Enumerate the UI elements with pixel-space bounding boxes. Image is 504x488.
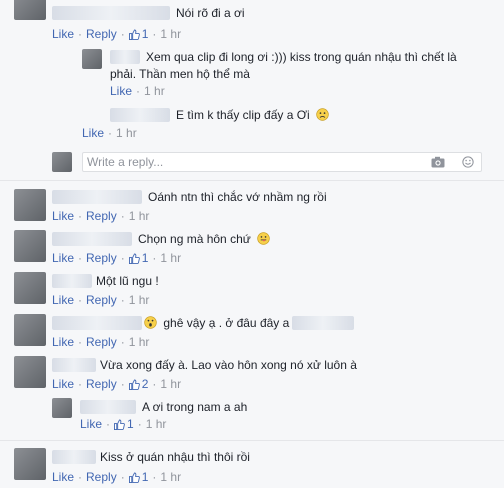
comment-text: Chọn ng mà hôn chứ: [138, 232, 270, 246]
comment-actions: Like · Reply · 1 hr: [52, 209, 150, 223]
reply-button[interactable]: Reply: [86, 27, 117, 41]
smiley-icon[interactable]: [461, 156, 475, 168]
avatar[interactable]: [52, 398, 72, 418]
my-avatar: [52, 152, 72, 172]
thumbs-up-icon: [128, 471, 140, 483]
like-button[interactable]: Like: [110, 84, 132, 98]
comment-text: Kiss ở quán nhậu thì thôi rồi: [100, 450, 250, 464]
avatar[interactable]: [14, 0, 46, 20]
like-button[interactable]: Like: [52, 293, 74, 307]
comment-actions: Like · Reply · 1 hr: [52, 293, 150, 307]
thumbs-up-icon: [128, 252, 140, 264]
comment-text: Một lũ ngu !: [96, 274, 159, 288]
like-count[interactable]: 1: [128, 470, 148, 484]
like-count[interactable]: 1: [128, 251, 148, 265]
commenter-name[interactable]: [110, 108, 170, 122]
like-button[interactable]: Like: [52, 470, 74, 484]
avatar[interactable]: [14, 230, 46, 262]
like-button[interactable]: Like: [52, 209, 74, 223]
avatar[interactable]: [14, 314, 46, 346]
avatar[interactable]: [14, 356, 46, 388]
commenter-name[interactable]: [80, 400, 136, 414]
comment-actions: Like · Reply · 1 · 1 hr: [52, 251, 182, 265]
reply-box[interactable]: [82, 152, 482, 172]
reply-button[interactable]: Reply: [86, 470, 117, 484]
comment-text: ghê vậy ạ . ở đâu đây a: [144, 316, 289, 330]
camera-icon[interactable]: [431, 156, 445, 168]
commenter-name[interactable]: [52, 6, 170, 20]
like-count[interactable]: 1: [128, 27, 148, 41]
reply-button[interactable]: Reply: [86, 209, 117, 223]
like-button[interactable]: Like: [82, 126, 104, 140]
frown-emoji: [316, 108, 329, 121]
like-button[interactable]: Like: [52, 377, 74, 391]
commenter-name[interactable]: [52, 274, 92, 288]
comment-actions: Like · Reply · 1 · 1 hr: [52, 27, 182, 41]
reply-button[interactable]: Reply: [86, 251, 117, 265]
commenter-name[interactable]: [292, 316, 354, 330]
reply-button[interactable]: Reply: [86, 335, 117, 349]
comment-actions: Like · Reply · 1 hr: [52, 335, 150, 349]
commenter-name[interactable]: [52, 450, 96, 464]
comment-text: Nói rõ đi a ơi: [176, 6, 245, 20]
comment-actions: Like · 1 · 1 hr: [80, 417, 167, 431]
timestamp[interactable]: 1 hr: [129, 293, 150, 307]
thumbs-up-icon: [128, 28, 140, 40]
surprised-emoji: [144, 316, 157, 329]
commenter-name[interactable]: [52, 358, 96, 372]
reply-button[interactable]: Reply: [86, 293, 117, 307]
commenter-name[interactable]: [110, 50, 140, 64]
like-button[interactable]: Like: [52, 251, 74, 265]
timestamp[interactable]: 1 hr: [160, 470, 181, 484]
comment-actions: Like · 1 hr: [82, 126, 137, 140]
avatar[interactable]: [82, 49, 102, 69]
comment-actions: Like · Reply · 2 · 1 hr: [52, 377, 182, 391]
avatar[interactable]: [14, 189, 46, 221]
comment-text: E tìm k thấy clip đấy a Ơi: [176, 108, 329, 122]
like-button[interactable]: Like: [52, 27, 74, 41]
timestamp[interactable]: 1 hr: [160, 251, 181, 265]
thumbs-up-icon: [128, 378, 140, 390]
commenter-name[interactable]: [52, 232, 132, 246]
like-button[interactable]: Like: [52, 335, 74, 349]
comment-text: A ơi trong nam a ah: [142, 400, 248, 414]
avatar[interactable]: [14, 272, 46, 304]
comment-text: Oánh ntn thì chắc vớ nhầm ng rồi: [148, 190, 327, 204]
timestamp[interactable]: 1 hr: [160, 27, 181, 41]
timestamp[interactable]: 1 hr: [129, 209, 150, 223]
divider: [0, 180, 504, 181]
timestamp[interactable]: 1 hr: [129, 335, 150, 349]
comment-actions: Like · 1 hr: [110, 84, 165, 98]
reply-input[interactable]: [87, 155, 407, 169]
timestamp[interactable]: 1 hr: [144, 84, 165, 98]
tongue-emoji: [257, 232, 270, 245]
like-count[interactable]: 1: [114, 417, 134, 431]
timestamp[interactable]: 1 hr: [116, 126, 137, 140]
timestamp[interactable]: 1 hr: [160, 377, 181, 391]
like-count[interactable]: 2: [128, 377, 148, 391]
comment-text: Vừa xong đấy à. Lao vào hôn xong nó xử l…: [100, 358, 357, 372]
avatar[interactable]: [14, 448, 46, 480]
thumbs-up-icon: [114, 418, 125, 430]
comment-text-continued: phải. Thần men hộ thể mà: [110, 67, 250, 81]
commenter-name[interactable]: [52, 190, 142, 204]
comment-text: Xem qua clip đi long ơi :))) kiss trong …: [146, 50, 457, 64]
timestamp[interactable]: 1 hr: [146, 417, 167, 431]
divider: [0, 440, 504, 441]
comment-actions: Like · Reply · 1 · 1 hr: [52, 470, 182, 484]
commenter-name[interactable]: [52, 316, 142, 330]
reply-button[interactable]: Reply: [86, 377, 117, 391]
like-button[interactable]: Like: [80, 417, 102, 431]
